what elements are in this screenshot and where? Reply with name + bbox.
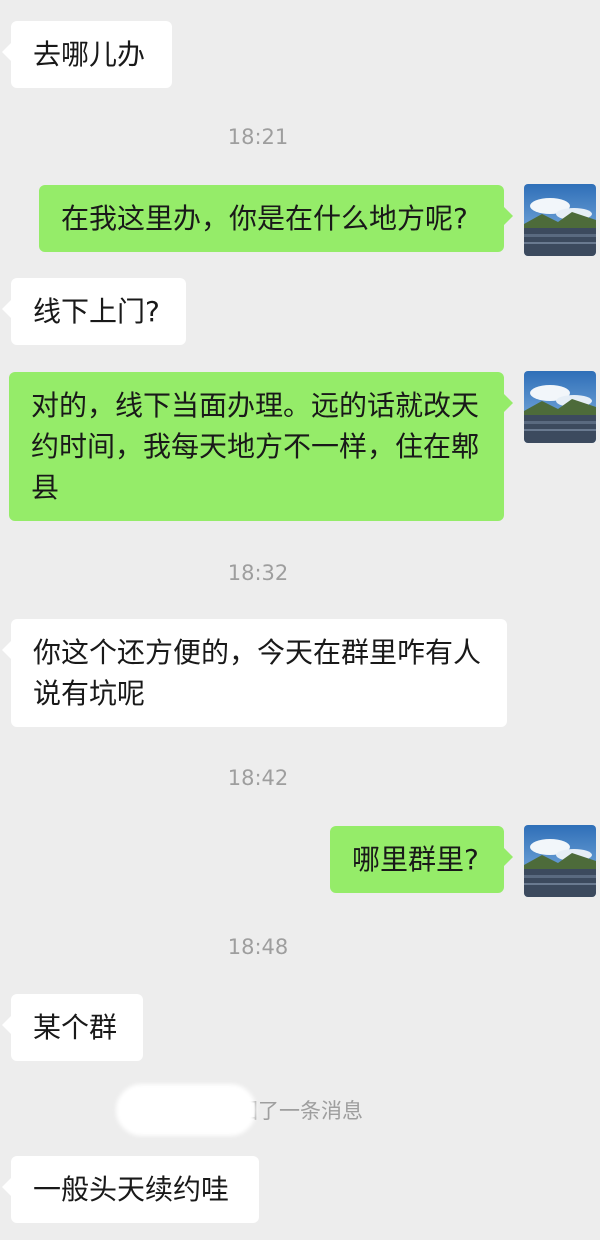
message-bubble-received[interactable]: 你这个还方便的，今天在群里咋有人 说有坑呢 [2, 619, 507, 727]
message-bubble-received[interactable]: 某个群 [2, 994, 143, 1061]
avatar[interactable] [524, 371, 596, 443]
landscape-avatar-icon [524, 825, 596, 897]
timestamp: 18:32 [227, 561, 289, 585]
message-bubble-received[interactable]: 线下上门? [2, 278, 186, 345]
avatar[interactable] [524, 825, 596, 897]
recall-notice: 回了一条消息 [237, 1099, 363, 1123]
timestamp: 18:21 [227, 125, 289, 149]
landscape-avatar-icon [524, 371, 596, 443]
message-bubble-sent[interactable]: 哪里群里? [330, 826, 513, 893]
redacted-name-overlay [116, 1084, 256, 1136]
landscape-avatar-icon [524, 184, 596, 256]
message-bubble-received[interactable]: 一般头天续约哇 [2, 1156, 259, 1223]
avatar[interactable] [524, 184, 596, 256]
timestamp: 18:42 [227, 766, 289, 790]
message-bubble-received[interactable]: 去哪儿办 [2, 21, 172, 88]
timestamp: 18:48 [227, 935, 289, 959]
message-bubble-sent[interactable]: 在我这里办，你是在什么地方呢? [39, 185, 513, 252]
message-bubble-sent[interactable]: 对的，线下当面办理。远的话就改天 约时间，我每天地方不一样，住在郫 县 [9, 372, 513, 521]
